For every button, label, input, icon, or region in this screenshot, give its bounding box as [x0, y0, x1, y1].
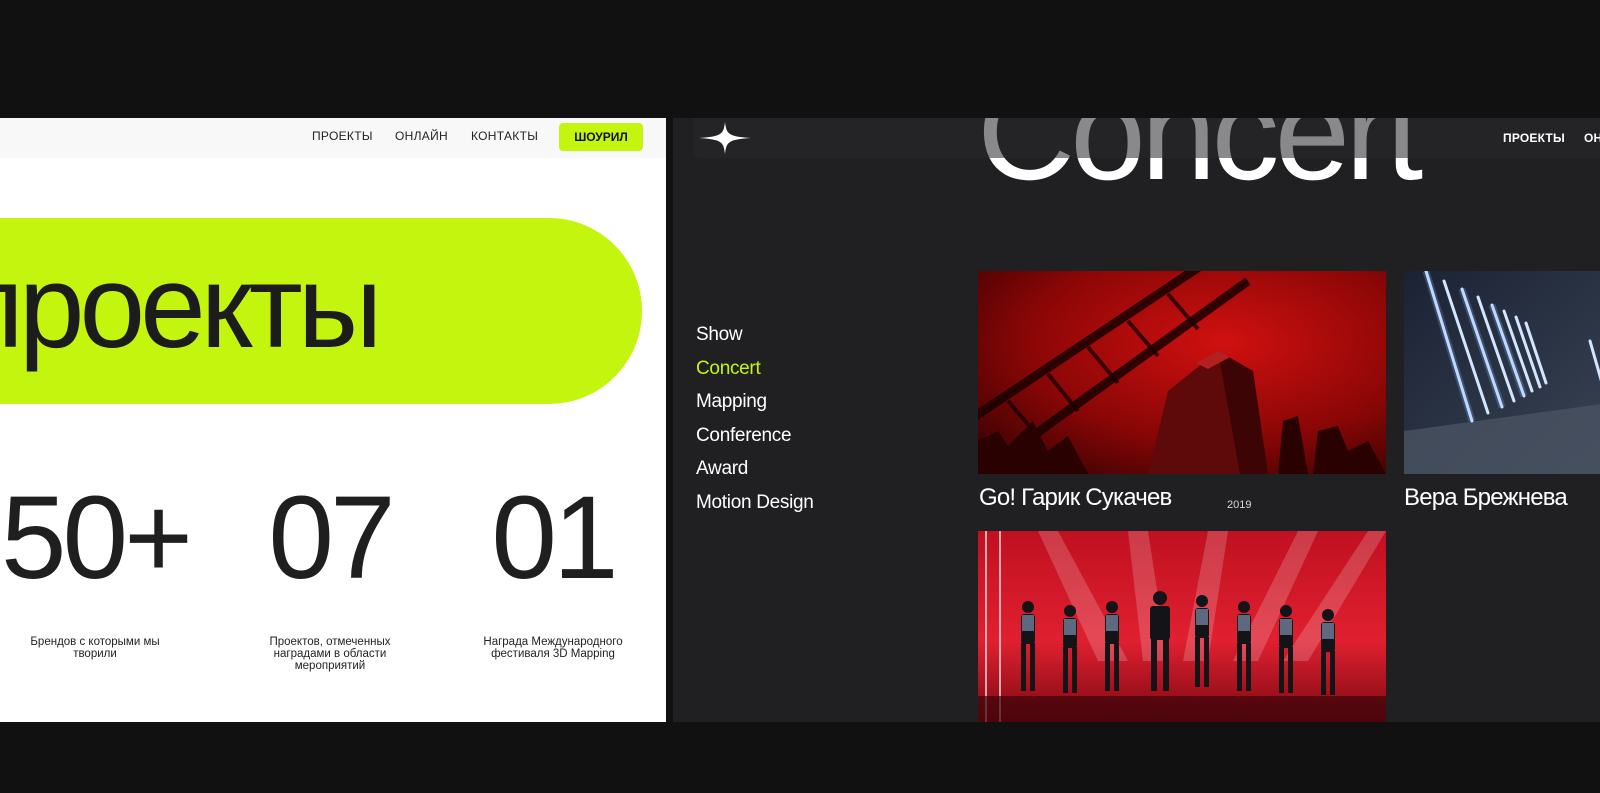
stat-value: 50+	[0, 472, 193, 604]
nav-online-link[interactable]: ОНЛАЙ	[1584, 131, 1600, 145]
category-motion-design[interactable]: Motion Design	[696, 486, 814, 520]
project-title[interactable]: Go! Гарик Сукачев	[979, 484, 1172, 512]
stat-awarded-projects: 07 Проектов, отмеченных наградами в обла…	[215, 478, 445, 672]
four-point-star-icon[interactable]	[697, 118, 753, 158]
stat-brands: 50+ Брендов с которыми мы творили	[0, 478, 210, 660]
category-show[interactable]: Show	[696, 318, 814, 352]
category-conference[interactable]: Conference	[696, 419, 814, 453]
nav-online-link[interactable]: ОНЛАЙН	[395, 129, 448, 143]
left-site-panel: ПРОЕКТЫ ОНЛАЙН КОНТАКТЫ ШОУРИЛ проекты 5…	[0, 118, 666, 722]
category-list: Show Concert Mapping Conference Award Mo…	[696, 318, 814, 519]
hero-banner: проекты	[0, 218, 642, 404]
nav-contacts-link[interactable]: КОНТАКТЫ	[471, 129, 538, 143]
showreel-button[interactable]: ШОУРИЛ	[559, 123, 643, 151]
project-image-red-stage[interactable]	[978, 271, 1386, 474]
project-year: 2019	[1227, 499, 1252, 511]
project-image-dancers[interactable]	[978, 531, 1386, 722]
right-site-panel: Concert ПРОЕКТЫ ОНЛАЙ Show Concert Mappi…	[673, 118, 1600, 722]
stat-mapping-award: 01 Награда Международного фестиваля 3D M…	[438, 478, 666, 660]
stat-value: 01	[491, 472, 618, 604]
stat-caption: Брендов с которыми мы творили	[30, 636, 160, 660]
category-concert[interactable]: Concert	[696, 352, 814, 386]
category-mapping[interactable]: Mapping	[696, 385, 814, 419]
stat-value: 07	[268, 472, 395, 604]
hero-title: проекты	[0, 241, 383, 373]
project-title[interactable]: Вера Брежнева	[1404, 484, 1568, 512]
category-award[interactable]: Award	[696, 452, 814, 486]
stat-caption: Проектов, отмеченных наградами в области…	[269, 636, 391, 672]
stat-caption: Награда Международного фестиваля 3D Mapp…	[483, 636, 623, 660]
nav-projects-link[interactable]: ПРОЕКТЫ	[312, 129, 373, 143]
right-top-nav: ПРОЕКТЫ ОНЛАЙ	[693, 118, 1600, 158]
left-top-nav: ПРОЕКТЫ ОНЛАЙН КОНТАКТЫ ШОУРИЛ	[0, 118, 666, 158]
nav-projects-link[interactable]: ПРОЕКТЫ	[1503, 131, 1565, 145]
project-image-neon-tunnel[interactable]	[1404, 271, 1600, 474]
